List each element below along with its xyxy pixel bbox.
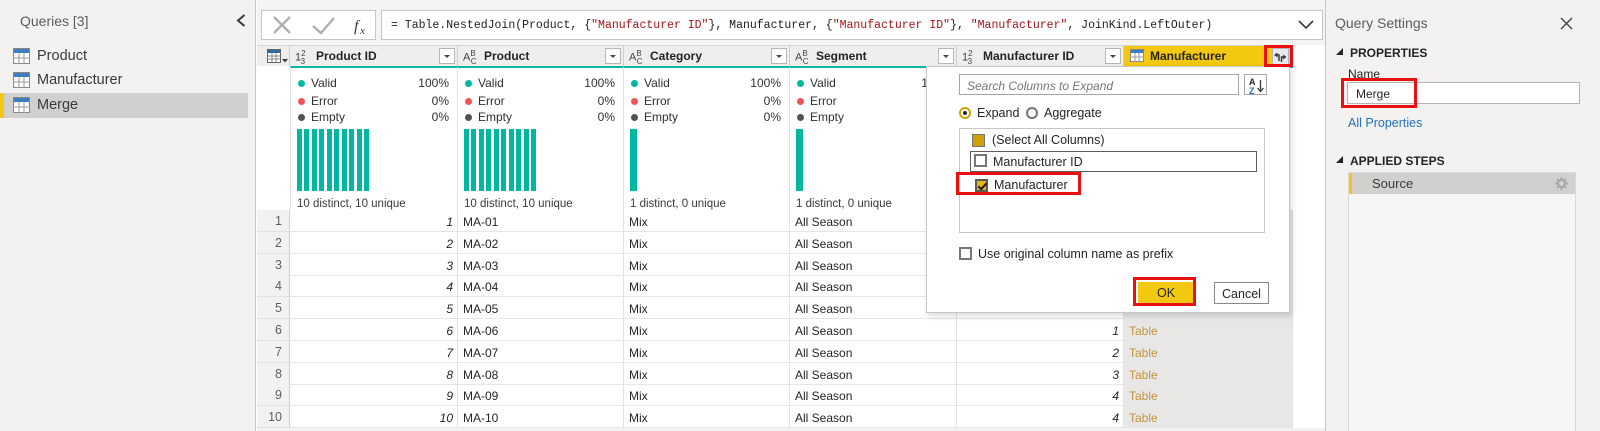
svg-text:x: x <box>359 25 365 37</box>
svg-text:Z: Z <box>1249 86 1255 96</box>
